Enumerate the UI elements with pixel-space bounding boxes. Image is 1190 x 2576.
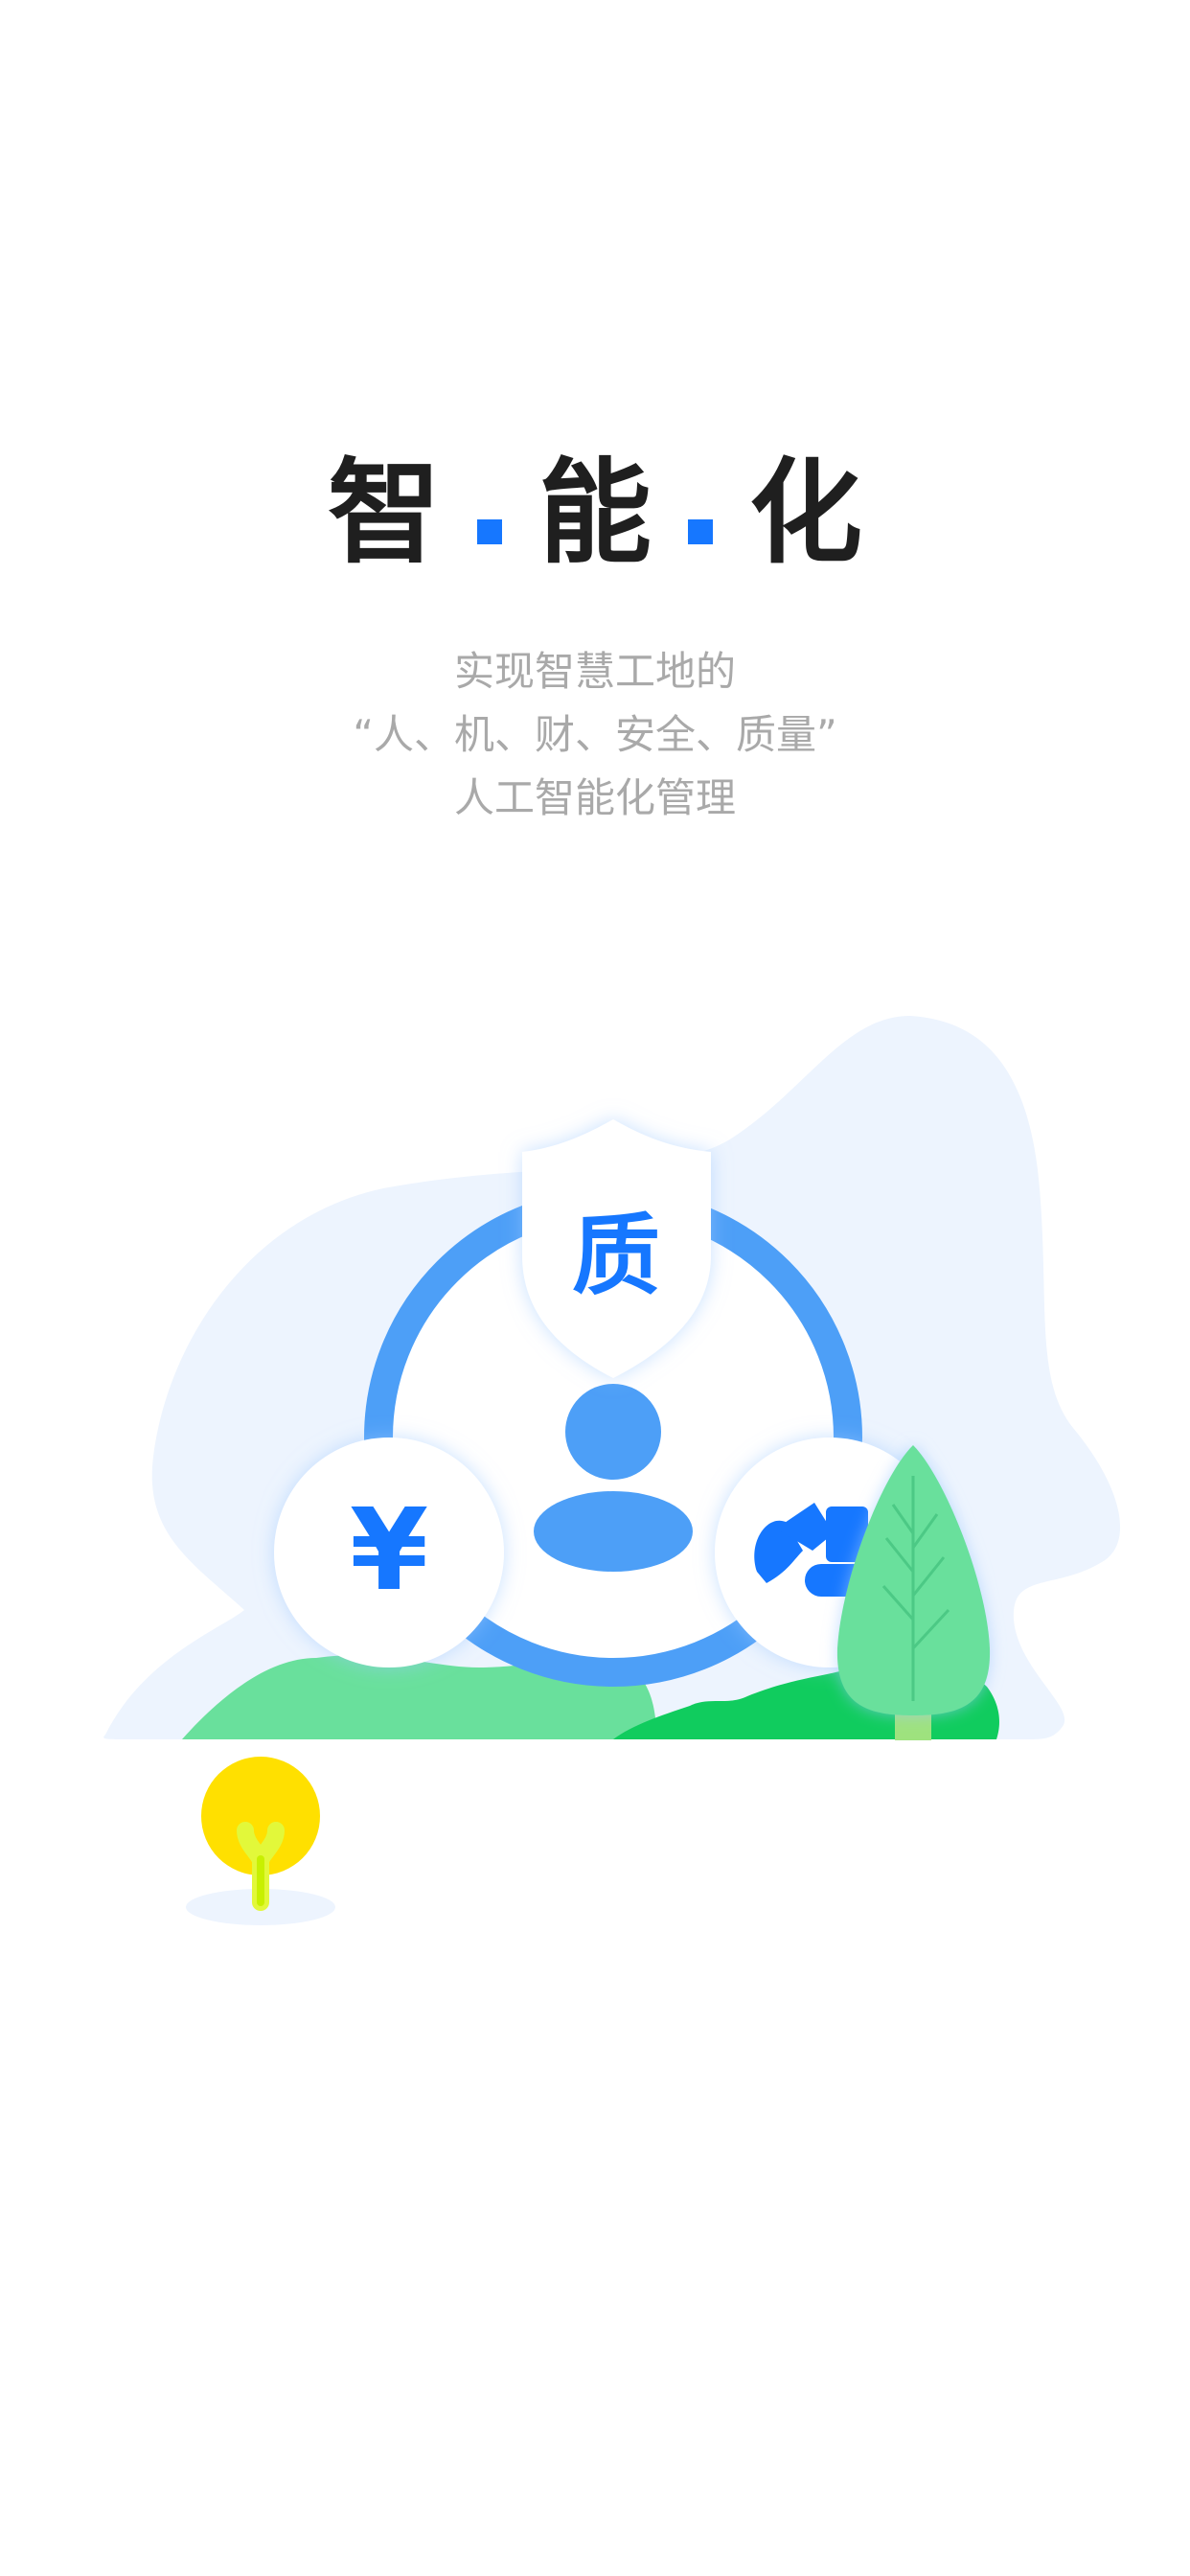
subtitle-line-2: “人、机、财、安全、质量” (353, 711, 837, 758)
page-title: 智 能 化 (0, 436, 1190, 589)
yuan-icon: ¥ (350, 1484, 428, 1616)
subtitle-line-3: 人工智能化管理 (453, 774, 736, 821)
onboarding-page: 智 能 化 实现智慧工地的 “人、机、财、安全、质量” 人工智能化管理 质 ¥ (0, 0, 1190, 2576)
title-separator-dot (688, 519, 713, 544)
shield-label: 质 (572, 1205, 660, 1307)
title-separator-dot (476, 519, 502, 544)
title-char-1: 智 (327, 447, 441, 579)
smart-site-illustration: 质 ¥ (103, 1016, 1121, 1925)
subtitle-line-1: 实现智慧工地的 (453, 648, 736, 695)
lightbulb-icon (186, 1757, 335, 1925)
page-subtitle: 实现智慧工地的 “人、机、财、安全、质量” 人工智能化管理 (0, 640, 1190, 830)
title-char-2: 能 (538, 447, 652, 579)
title-char-3: 化 (749, 447, 863, 579)
